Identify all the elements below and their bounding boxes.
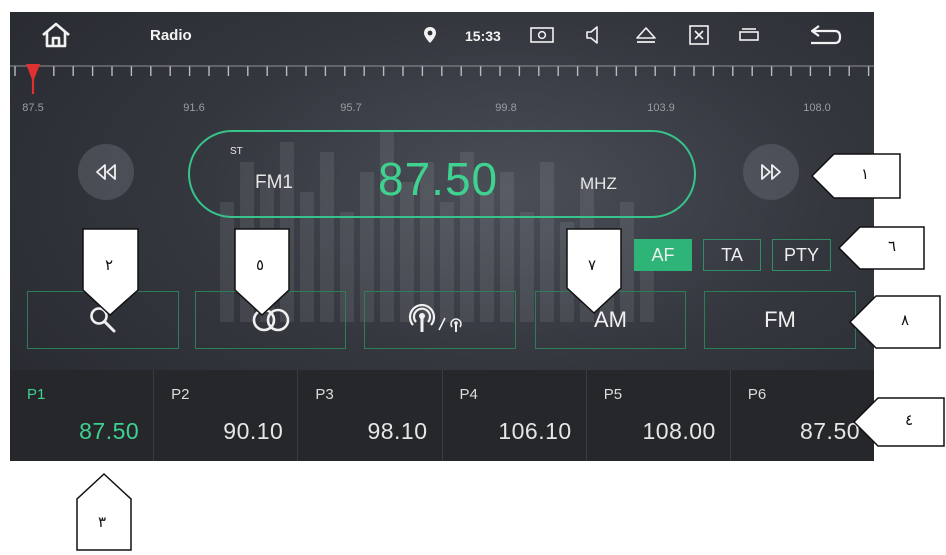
volume-icon[interactable] (584, 25, 604, 45)
preset-label: P4 (459, 386, 478, 403)
callout-number: ٧ (588, 256, 597, 274)
callout-number: ٣ (98, 513, 107, 531)
scale-ticks (10, 64, 874, 94)
preset-3[interactable]: P3 98.10 (298, 370, 443, 461)
callout-5: ٥ (234, 228, 290, 317)
callout-3: ٣ (76, 472, 132, 551)
callout-8: ٨ (848, 295, 941, 349)
location-icon (423, 26, 437, 44)
preset-frequency: 108.00 (642, 418, 716, 444)
preset-frequency: 87.50 (79, 418, 140, 444)
callout-6: ٦ (837, 226, 925, 270)
callout-7: ٧ (566, 228, 622, 315)
pty-button[interactable]: PTY (772, 239, 831, 271)
back-icon[interactable] (807, 23, 843, 47)
ta-button[interactable]: TA (703, 239, 761, 271)
callout-2: ٢ (82, 228, 139, 317)
stereo-indicator: ST (230, 146, 243, 157)
seek-forward-button[interactable] (743, 144, 799, 200)
scale-label: 103.9 (647, 102, 675, 114)
callout-number: ١ (861, 165, 870, 183)
callout-number: ٥ (256, 256, 265, 274)
preset-frequency: 87.50 (799, 418, 861, 444)
photo-icon[interactable] (530, 26, 554, 44)
scale-label: 87.5 (22, 102, 44, 114)
callout-number: ٤ (905, 411, 914, 429)
frequency-display: ST FM1 87.50 MHZ (188, 130, 696, 218)
scale-label: 95.7 (340, 102, 362, 114)
antenna-button[interactable] (364, 291, 516, 349)
frequency-value: 87.50 (378, 153, 499, 205)
preset-2[interactable]: P2 90.10 (154, 370, 299, 461)
preset-4[interactable]: P4 106.10 (442, 370, 587, 461)
clock: 15:33 (465, 28, 501, 44)
fast-forward-icon (761, 164, 781, 180)
preset-label: P1 (27, 386, 46, 403)
preset-bar: P1 87.50 P2 90.10 P3 98.10 P4 106.10 P5 … (10, 370, 874, 461)
app-title: Radio (150, 27, 192, 44)
preset-1[interactable]: P1 87.50 (10, 370, 155, 461)
preset-frequency: 90.10 (223, 418, 284, 444)
home-icon[interactable] (40, 22, 72, 48)
scale-label: 108.0 (803, 102, 831, 114)
eject-icon[interactable] (635, 25, 657, 45)
preset-label: P3 (315, 386, 334, 403)
scale-label: 99.8 (495, 102, 517, 114)
unit-label: MHZ (580, 174, 617, 193)
callout-4: ٤ (852, 397, 945, 447)
status-bar: Radio 15:33 (10, 12, 874, 58)
fm-button[interactable]: FM (704, 291, 856, 349)
close-box-icon[interactable] (688, 24, 710, 46)
seek-back-button[interactable] (78, 144, 134, 200)
radio-screen: Radio 15:33 87.5 91.6 95.7 99.8 103.9 10… (10, 12, 874, 461)
callout-1: ١ (810, 153, 901, 199)
preset-frequency: 106.10 (498, 418, 572, 444)
preset-label: P2 (171, 386, 190, 403)
band-label: FM1 (255, 172, 293, 193)
preset-label: P6 (747, 386, 767, 403)
callout-number: ٢ (105, 256, 114, 274)
rewind-icon (96, 164, 116, 180)
antenna-icon (408, 304, 462, 332)
tuning-scale[interactable]: 87.5 91.6 95.7 99.8 103.9 108.0 (10, 60, 874, 120)
af-button[interactable]: AF (634, 239, 692, 271)
callout-number: ٦ (888, 237, 897, 255)
callout-number: ٨ (901, 311, 910, 329)
preset-5[interactable]: P5 108.00 (586, 370, 731, 461)
scale-label: 91.6 (183, 102, 205, 114)
preset-label: P5 (603, 386, 623, 403)
preset-frequency: 98.10 (367, 418, 428, 444)
window-icon[interactable] (738, 27, 760, 43)
